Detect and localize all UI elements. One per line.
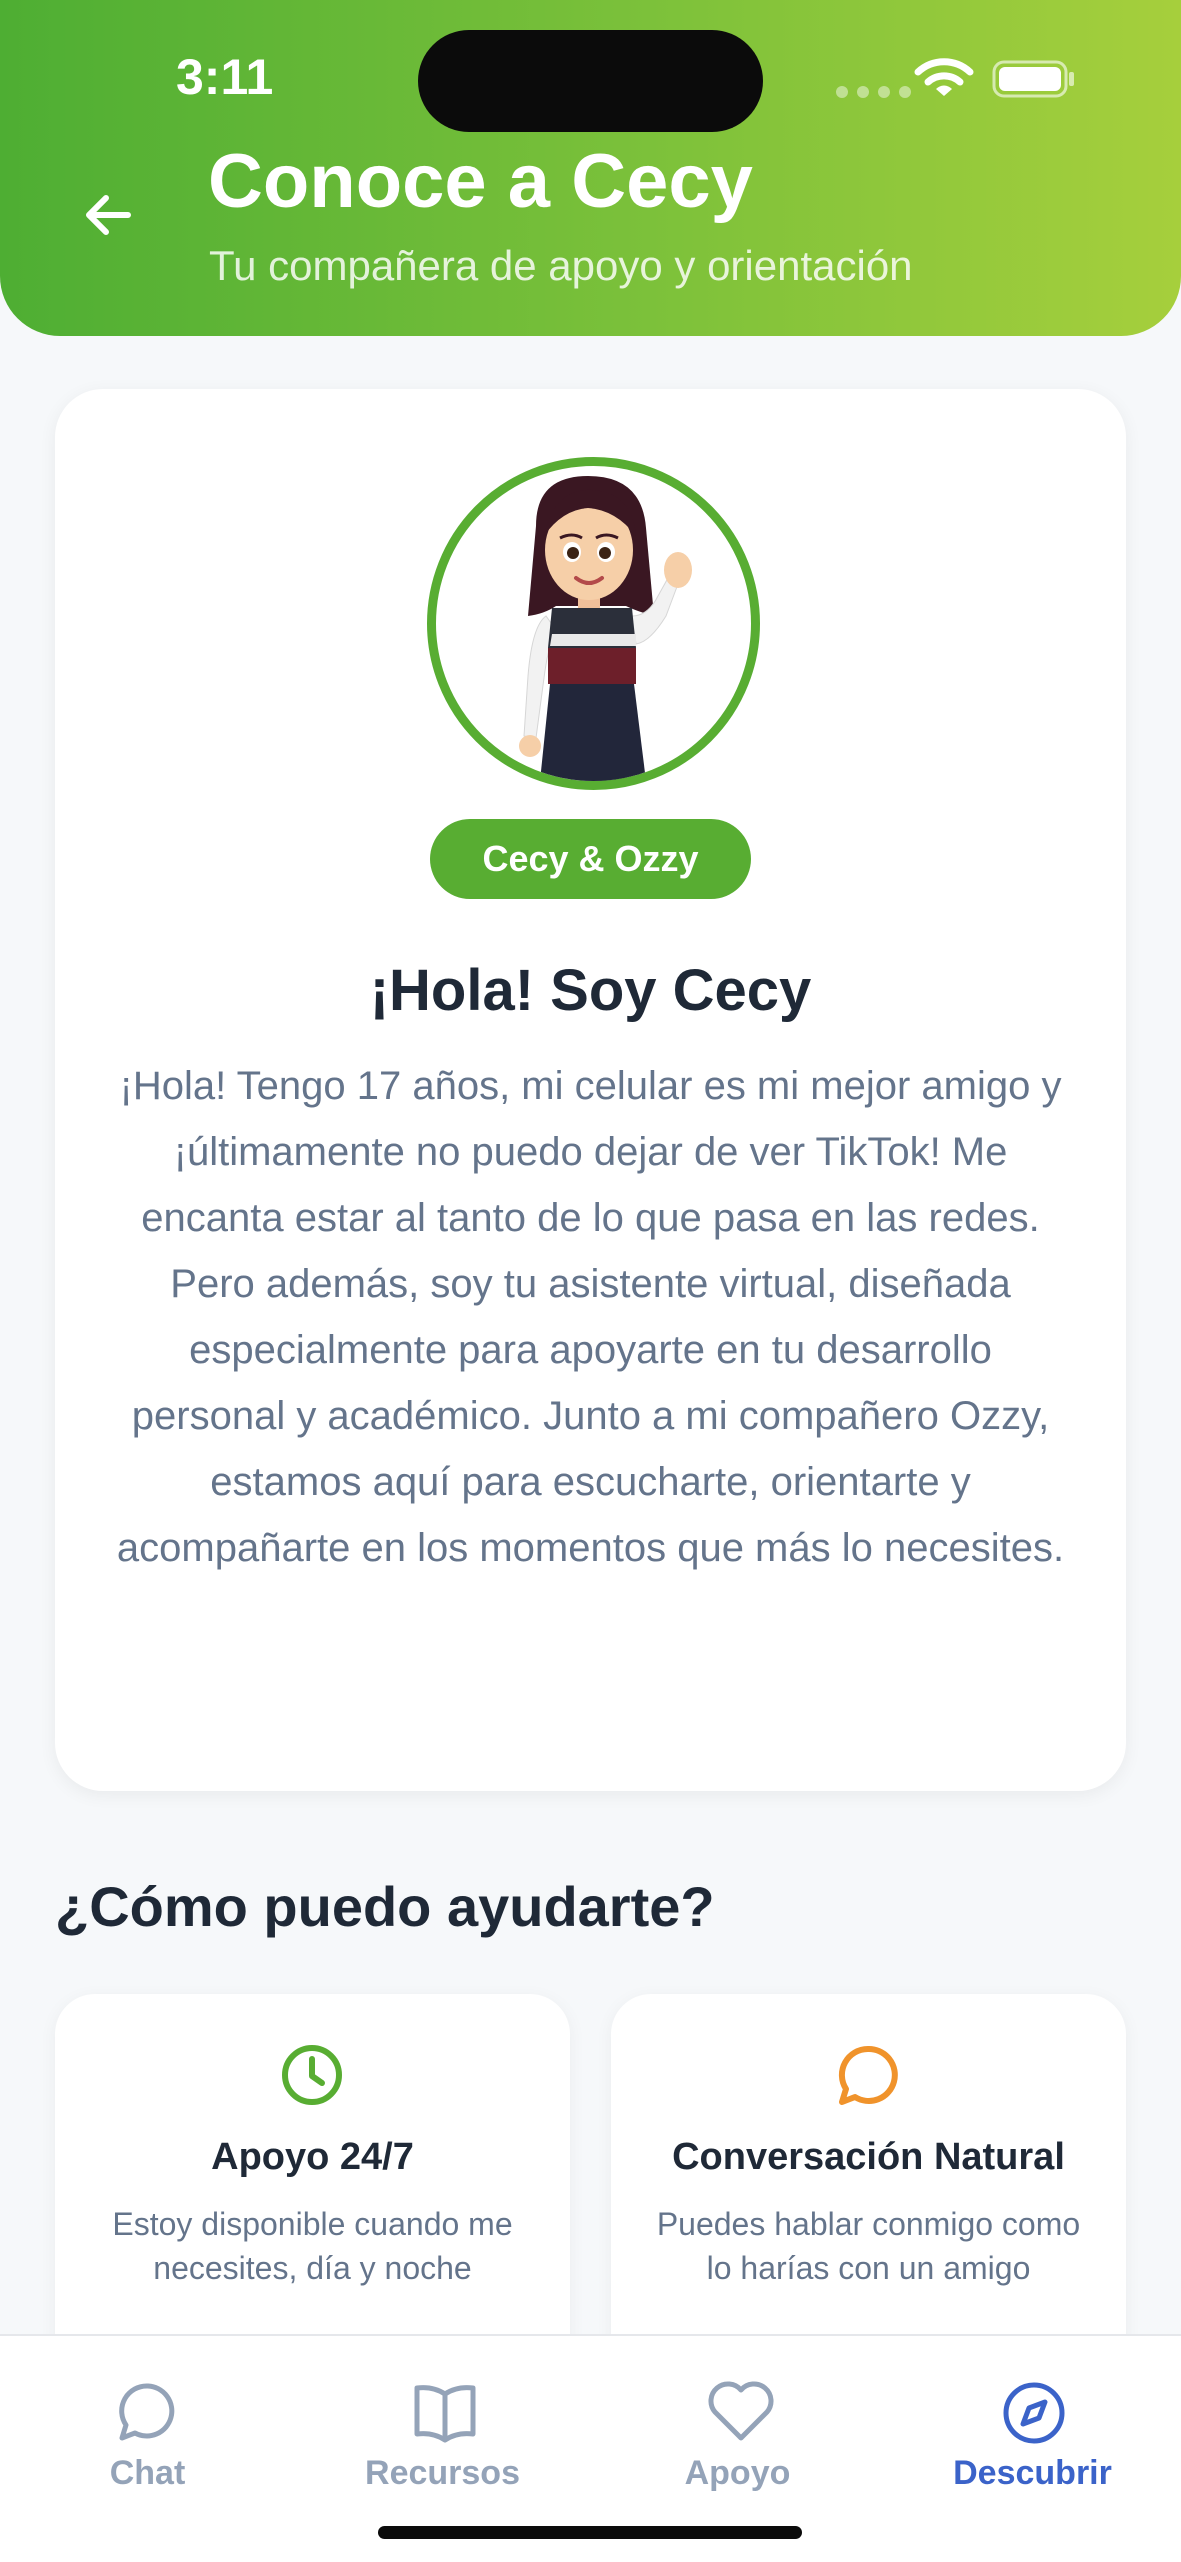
page-subtitle: Tu compañera de apoyo y orientación — [209, 242, 913, 289]
dynamic-island — [418, 30, 763, 132]
greeting-heading: ¡Hola! Soy Cecy — [369, 958, 812, 1023]
bio-text: ¡Hola! Tengo 17 años, mi celular es mi m… — [116, 1064, 1065, 1570]
cecy-avatar — [427, 457, 760, 790]
status-time: 3:11 — [176, 49, 274, 105]
tab-chat[interactable]: Chat — [0, 2336, 295, 2496]
tab-apoyo[interactable]: Apoyo — [590, 2336, 885, 2496]
tab-descubrir[interactable]: Descubrir — [885, 2336, 1180, 2496]
cecy-illustration — [519, 476, 692, 781]
feature-title: Apoyo 24/7 — [211, 2136, 414, 2178]
tab-label: Descubrir — [953, 2454, 1112, 2492]
tab-label: Chat — [109, 2454, 186, 2492]
section-title: ¿Cómo puedo ayudarte? — [55, 1875, 715, 1938]
tab-recursos[interactable]: Recursos — [295, 2336, 590, 2496]
chat-bubble-icon — [838, 2045, 898, 2105]
heart-icon — [708, 2381, 774, 2441]
profile-card: Cecy & Ozzy ¡Hola! Soy Cecy ¡Hola! Tengo… — [55, 389, 1126, 1791]
book-icon — [414, 2385, 476, 2443]
character-badge: Cecy & Ozzy — [430, 819, 751, 899]
page-title: Conoce a Cecy — [208, 139, 753, 224]
home-indicator — [378, 2526, 802, 2539]
compass-icon — [1003, 2382, 1065, 2444]
battery-icon — [992, 60, 1074, 98]
feature-title: Conversación Natural — [672, 2136, 1065, 2178]
cellular-signal-icon — [836, 86, 911, 98]
arrow-left-icon[interactable] — [80, 186, 138, 244]
tab-label: Apoyo — [684, 2454, 791, 2492]
feature-description: Estoy disponible cuando me necesites, dí… — [112, 2206, 513, 2286]
feature-description: Puedes hablar conmigo como lo harías con… — [656, 2206, 1081, 2286]
tab-label: Recursos — [365, 2454, 520, 2492]
chat-bubble-icon — [119, 2383, 175, 2441]
header: 3:11 Conoce a Cecy Tu compañera de apoyo… — [0, 0, 1181, 336]
wifi-icon — [914, 58, 974, 96]
clock-icon — [282, 2045, 342, 2105]
